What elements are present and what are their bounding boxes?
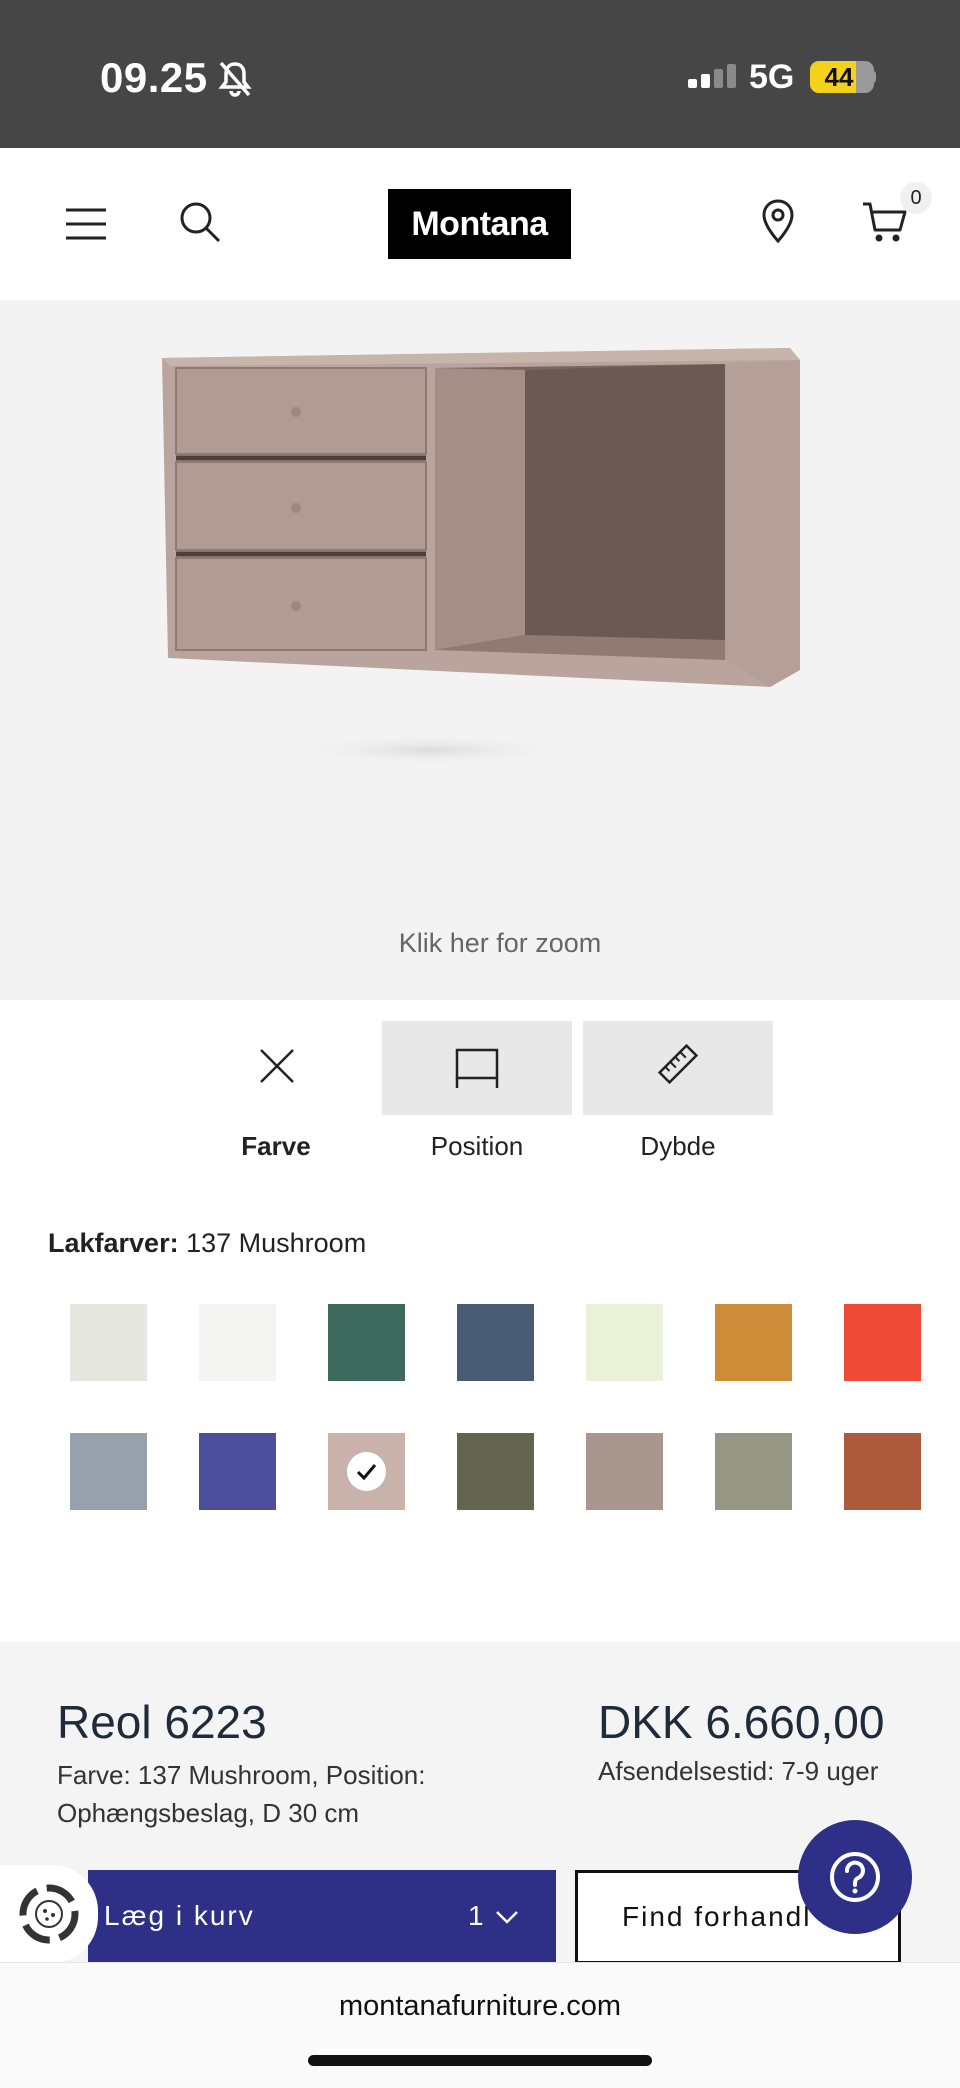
color-swatch[interactable] <box>457 1433 534 1510</box>
question-icon <box>830 1852 880 1902</box>
bell-muted-icon <box>218 61 252 97</box>
tab-dybde[interactable] <box>583 1021 773 1115</box>
hamburger-menu-icon[interactable] <box>64 206 108 242</box>
cookie-icon <box>19 1884 79 1944</box>
shipping-time: Afsendelsestid: 7-9 uger <box>598 1756 879 1786</box>
product-image-shelf[interactable] <box>150 330 810 780</box>
color-section-label: Lakfarver: 137 Mushroom <box>48 1228 366 1259</box>
battery-indicator: 44 <box>810 61 874 93</box>
color-swatch-selected[interactable] <box>328 1433 405 1510</box>
cookie-settings-button[interactable] <box>0 1865 98 1963</box>
color-swatch[interactable] <box>70 1433 147 1510</box>
color-swatch[interactable] <box>586 1304 663 1381</box>
product-price: DKK 6.660,00 <box>598 1696 885 1748</box>
product-title: Reol 6223 <box>57 1696 267 1748</box>
color-swatch[interactable] <box>586 1433 663 1510</box>
network-type: 5G <box>749 58 795 96</box>
url-bar[interactable]: montanafurniture.com <box>0 1990 960 2023</box>
status-time: 09.25 <box>100 54 208 101</box>
add-to-cart-button[interactable]: Læg i kurv 1 <box>88 1870 556 1964</box>
location-pin-icon[interactable] <box>760 198 796 244</box>
chevron-down-icon[interactable] <box>494 1904 520 1930</box>
color-swatch[interactable] <box>715 1433 792 1510</box>
ruler-icon <box>657 1043 699 1085</box>
add-to-cart-label: Læg i kurv <box>104 1900 255 1931</box>
color-swatch[interactable] <box>328 1304 405 1381</box>
help-button[interactable] <box>798 1820 912 1934</box>
cart-count-badge: 0 <box>900 182 932 214</box>
tab-position[interactable] <box>382 1021 572 1115</box>
browser-bar <box>0 1962 960 2088</box>
battery-nub <box>871 71 876 83</box>
close-icon[interactable] <box>259 1048 295 1084</box>
color-swatch[interactable] <box>844 1433 921 1510</box>
color-swatch[interactable] <box>844 1304 921 1381</box>
tab-position-label[interactable]: Position <box>377 1131 577 1162</box>
tab-dybde-label[interactable]: Dybde <box>578 1131 778 1162</box>
zoom-hint[interactable]: Klik her for zoom <box>0 928 960 959</box>
tab-farve-label[interactable]: Farve <box>176 1131 376 1162</box>
color-swatch[interactable] <box>199 1433 276 1510</box>
battery-level: 44 <box>824 62 854 92</box>
color-swatch[interactable] <box>199 1304 276 1381</box>
search-icon[interactable] <box>178 200 222 244</box>
signal-icon <box>688 64 736 88</box>
checkmark-icon <box>347 1452 386 1491</box>
find-dealer-label: Find forhandl <box>622 1901 812 1932</box>
color-swatch[interactable] <box>715 1304 792 1381</box>
frame-icon <box>455 1048 499 1088</box>
color-swatch[interactable] <box>457 1304 534 1381</box>
tab-farve[interactable] <box>182 1021 372 1115</box>
home-indicator[interactable] <box>308 2055 652 2066</box>
selected-color-name: 137 Mushroom <box>186 1228 367 1258</box>
product-subtitle: Farve: 137 Mushroom, Position: Ophængsbe… <box>57 1760 426 1828</box>
color-label-prefix: Lakfarver: <box>48 1228 179 1258</box>
color-swatch[interactable] <box>70 1304 147 1381</box>
montana-logo[interactable]: Montana <box>388 189 571 259</box>
quantity-value[interactable]: 1 <box>468 1900 484 1932</box>
